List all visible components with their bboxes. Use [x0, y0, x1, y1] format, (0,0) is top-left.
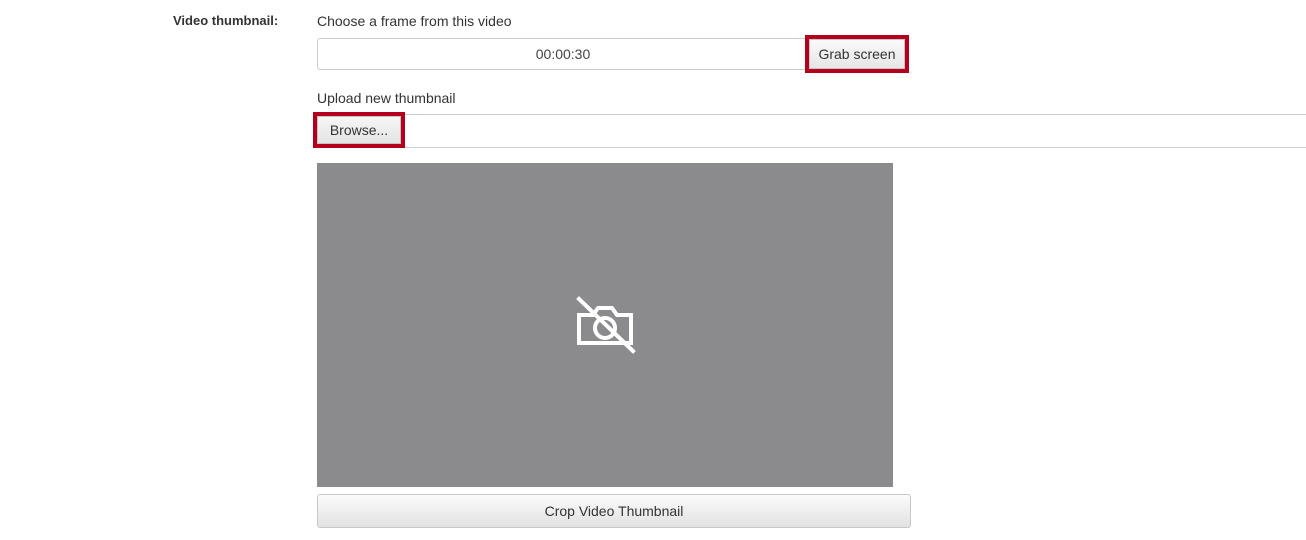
choose-frame-label: Choose a frame from this video [317, 13, 512, 29]
file-row-top-divider [317, 114, 1306, 115]
browse-button[interactable]: Browse... [317, 116, 401, 144]
timecode-input[interactable] [318, 39, 808, 69]
crop-video-thumbnail-button[interactable]: Crop Video Thumbnail [317, 494, 911, 528]
timecode-field[interactable] [317, 38, 808, 70]
video-thumbnail-label: Video thumbnail: [173, 13, 279, 28]
no-camera-icon [576, 296, 636, 354]
thumbnail-preview [317, 163, 893, 487]
upload-thumbnail-label: Upload new thumbnail [317, 90, 456, 106]
file-row-bottom-divider [317, 147, 1306, 148]
grab-screen-button[interactable]: Grab screen [809, 39, 905, 69]
